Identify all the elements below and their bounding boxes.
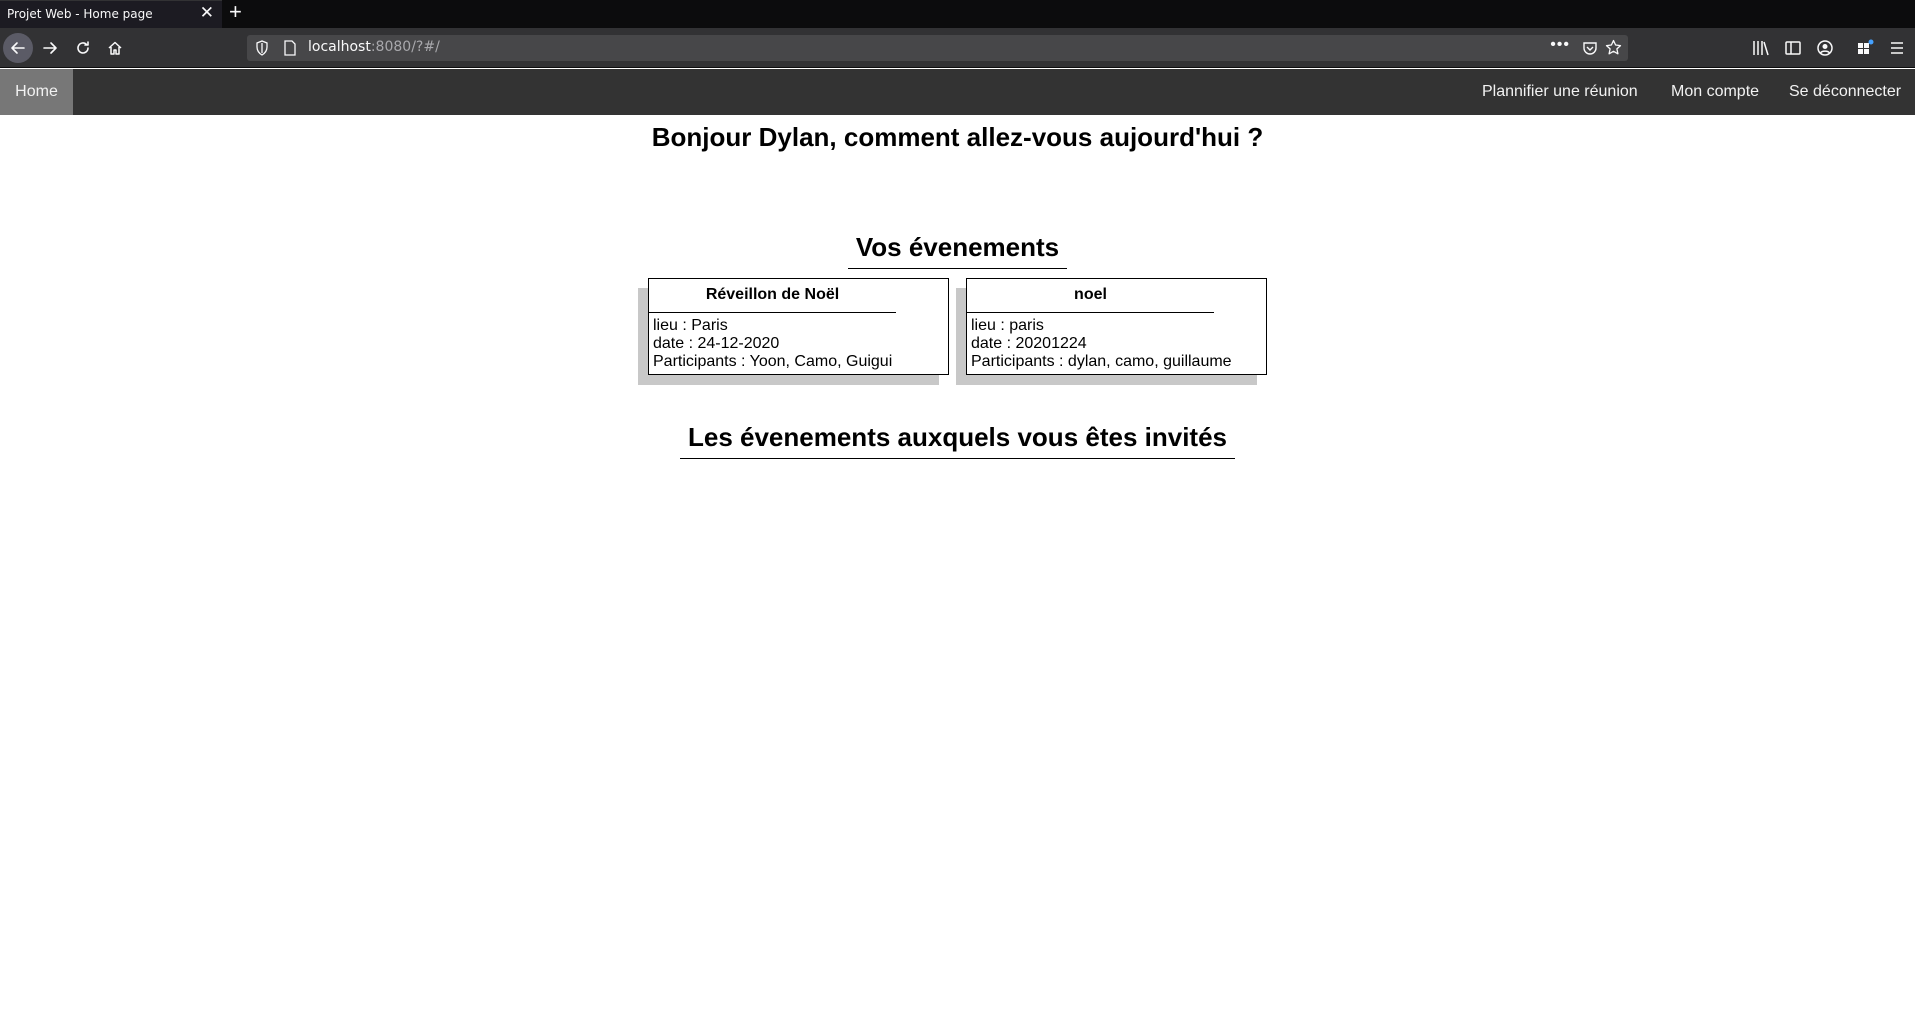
invited-events-title-text: Les évenements auxquels vous êtes invité… [679,422,1236,459]
bookmark-star-icon[interactable] [1605,39,1622,56]
nav-home-link[interactable]: Home [0,69,73,115]
own-events-title: Vos évenements [0,232,1915,269]
close-tab-icon[interactable]: ✕ [200,1,214,26]
event-date: date : 20201224 [971,335,1087,352]
tab-title: Projet Web - Home page [7,7,153,21]
browser-tab-bar: Projet Web - Home page ✕ + [0,0,1915,28]
page-info-icon[interactable] [283,40,297,56]
event-card-body: Réveillon de Noël lieu : Paris date : 24… [648,278,949,375]
forward-button[interactable] [35,33,65,63]
url-path: :8080/?#/ [370,39,440,55]
arrow-right-icon [43,42,57,54]
event-details: lieu : Paris date : 24-12-2020 Participa… [653,317,892,371]
account-icon[interactable] [1816,39,1834,57]
invited-events-title: Les évenements auxquels vous êtes invité… [0,422,1915,459]
browser-toolbar: localhost:8080/?#/ ••• [0,28,1915,68]
browser-tab[interactable]: Projet Web - Home page ✕ [0,0,222,28]
event-place: lieu : Paris [653,317,728,334]
sidebar-icon[interactable] [1784,39,1802,57]
reload-icon [77,41,89,54]
greeting-heading: Bonjour Dylan, comment allez-vous aujour… [651,122,1264,152]
reload-button[interactable] [68,33,98,63]
library-icon[interactable] [1752,39,1770,57]
event-card-body: noel lieu : paris date : 20201224 Partic… [966,278,1267,375]
site-navbar: Home Plannifier une réunion Mon compte S… [0,69,1915,115]
event-card: noel lieu : paris date : 20201224 Partic… [956,278,1267,385]
home-button[interactable] [100,33,130,63]
menu-icon[interactable] [1888,39,1906,57]
nav-logout-link[interactable]: Se déconnecter [1789,69,1901,115]
nav-plan-meeting-link[interactable]: Plannifier une réunion [1482,69,1638,115]
event-details: lieu : paris date : 20201224 Participant… [971,317,1232,371]
address-bar[interactable]: localhost:8080/?#/ ••• [247,35,1628,61]
back-button[interactable] [3,33,33,63]
event-name: Réveillon de Noël [649,286,896,313]
page-actions-icon[interactable]: ••• [1550,36,1570,54]
extensions-icon[interactable] [1856,39,1874,57]
event-date: date : 24-12-2020 [653,335,780,352]
event-name: noel [967,286,1214,313]
nav-my-account-link[interactable]: Mon compte [1671,69,1759,115]
home-icon [108,41,122,55]
event-card: Réveillon de Noël lieu : Paris date : 24… [638,278,949,385]
new-tab-icon[interactable]: + [229,0,242,24]
event-participants: Participants : Yoon, Camo, Guigui [653,353,893,370]
url-text[interactable]: localhost:8080/?#/ [308,39,440,55]
event-participants: Participants : dylan, camo, guillaume [971,353,1232,370]
event-place: lieu : paris [971,317,1044,334]
url-host: localhost [308,39,371,55]
pocket-icon[interactable] [1582,40,1598,56]
shield-icon[interactable] [255,40,269,56]
arrow-left-icon [11,42,25,54]
own-events-title-text: Vos évenements [847,232,1068,269]
